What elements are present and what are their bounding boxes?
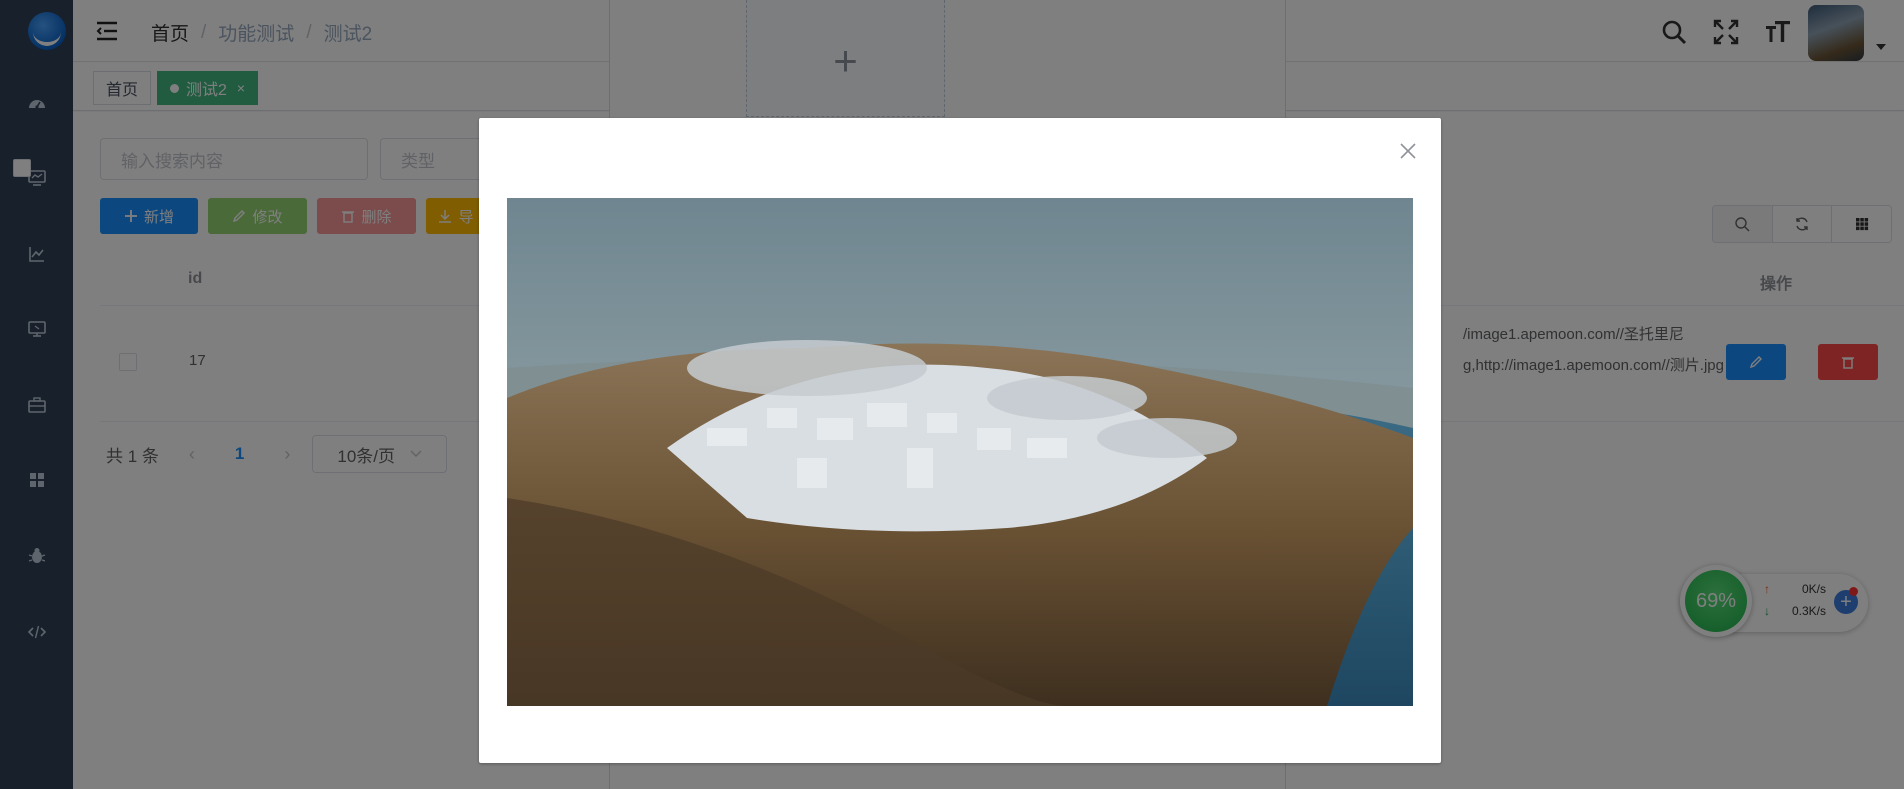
close-icon[interactable] (1399, 142, 1417, 160)
preview-image (507, 198, 1413, 706)
image-preview-dialog (479, 118, 1441, 763)
